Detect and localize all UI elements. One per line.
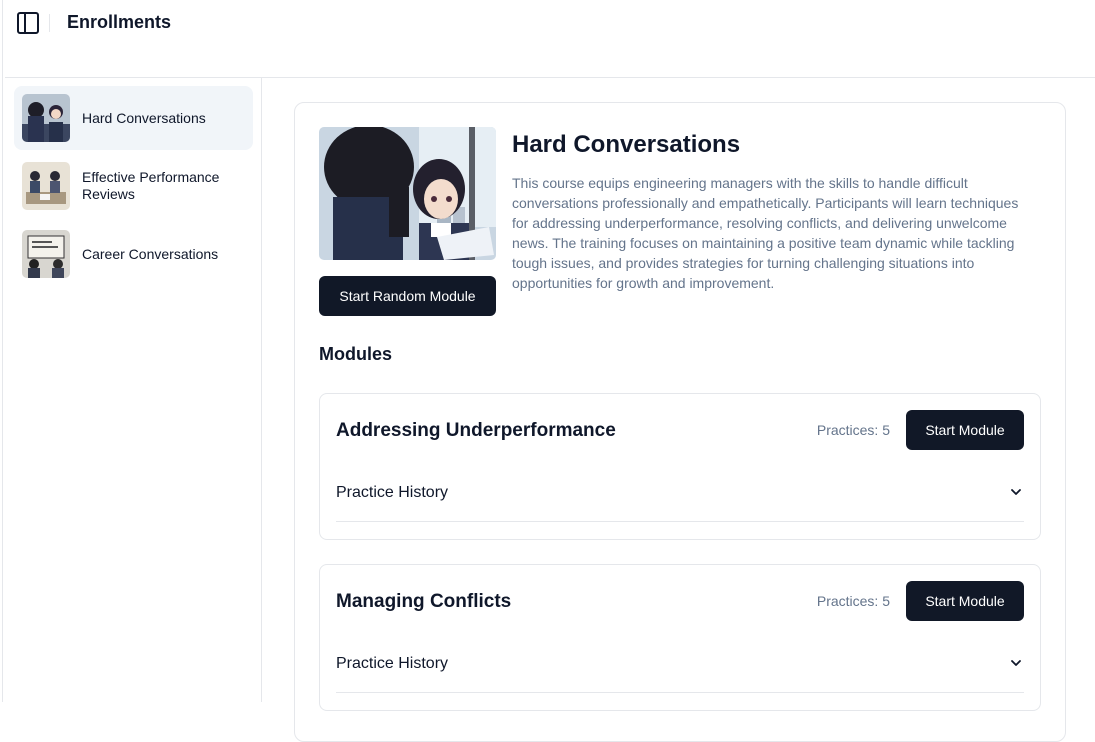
sidebar-item-hard-conversations[interactable]: Hard Conversations — [14, 86, 253, 150]
sidebar-item-label: Hard Conversations — [82, 109, 206, 126]
course-title: Hard Conversations — [512, 131, 741, 158]
header-divider — [49, 14, 50, 32]
module-title: Addressing Underperformance — [336, 420, 616, 441]
course-thumbnail — [22, 162, 70, 210]
sidebar-item-label: Effective Performance Reviews — [82, 169, 220, 202]
sidebar-toggle-icon[interactable] — [17, 12, 39, 34]
app-frame: Enrollments Hard Conversations Effective… — [0, 0, 1095, 742]
sidebar-item-career-conversations[interactable]: Career Conversations — [14, 222, 253, 286]
start-module-button[interactable]: Start Module — [906, 410, 1024, 450]
start-random-module-button[interactable]: Start Random Module — [319, 276, 496, 316]
start-module-button[interactable]: Start Module — [906, 581, 1024, 621]
course-thumbnail — [22, 230, 70, 278]
course-thumbnail — [22, 94, 70, 142]
sidebar-item-label: Career Conversations — [82, 245, 219, 262]
course-sidebar: Hard Conversations Effective Performance… — [3, 78, 262, 702]
page-title: Enrollments — [67, 12, 172, 32]
practice-history-toggle[interactable]: Practice History — [336, 641, 1024, 693]
practice-history-label: Practice History — [336, 484, 449, 501]
chevron-down-icon — [1011, 489, 1021, 495]
top-header: Enrollments — [5, 0, 1095, 78]
module-practices-count: Practices: 5 — [816, 593, 890, 609]
module-practices-count: Practices: 5 — [816, 422, 890, 438]
module-card-addressing-underperformance: Addressing Underperformance Practices: 5… — [319, 393, 1041, 540]
module-card-managing-conflicts: Managing Conflicts Practices: 5 Start Mo… — [319, 564, 1041, 711]
practice-history-label: Practice History — [336, 655, 449, 672]
chevron-down-icon — [1011, 660, 1021, 666]
course-detail-card: Start Random Module Hard Conversations T… — [294, 102, 1066, 742]
course-hero-image — [319, 127, 496, 260]
modules-heading: Modules — [319, 344, 393, 364]
practice-history-toggle[interactable]: Practice History — [336, 470, 1024, 522]
course-description: This course equips engineering managers … — [512, 175, 1019, 291]
sidebar-item-effective-performance-reviews[interactable]: Effective Performance Reviews — [14, 154, 253, 218]
module-title: Managing Conflicts — [336, 591, 512, 612]
